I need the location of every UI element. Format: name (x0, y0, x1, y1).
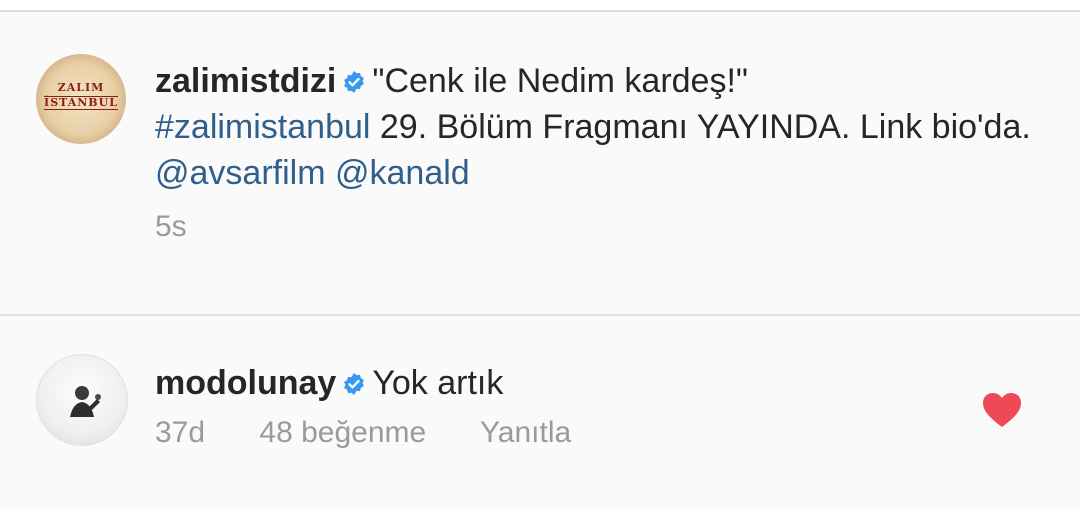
avatar-logo: ZALIM İSTANBUL (44, 82, 118, 110)
reply-text: modolunay Yok artık (155, 360, 1040, 406)
reply-meta: 37d 48 beğenme Yanıtla (155, 416, 1040, 450)
caption-quote: "Cenk ile Nedim kardeş!" (372, 62, 748, 100)
divider (0, 314, 1080, 316)
caption-text: zalimistdizi "Cenk ile Nedim kardeş!" #z… (155, 58, 1040, 196)
mention-link-kanald[interactable]: @kanald (335, 154, 470, 192)
caption-body: zalimistdizi "Cenk ile Nedim kardeş!" #z… (155, 58, 1040, 244)
avatar[interactable] (36, 354, 128, 446)
timestamp: 5s (155, 210, 187, 243)
heart-icon[interactable] (982, 392, 1022, 428)
mention-link-avsarfilm[interactable]: @avsarfilm (155, 154, 326, 192)
verified-badge-icon (344, 71, 365, 93)
avatar[interactable]: ZALIM İSTANBUL (36, 54, 126, 144)
reply-body: modolunay Yok artık 37d 48 beğenme Yanıt… (155, 360, 1040, 450)
reply-button[interactable]: Yanıtla (480, 416, 571, 449)
reply-message: Yok artık (372, 364, 504, 402)
avatar-logo-line1: ZALIM (57, 81, 105, 94)
avatar-logo-line2: İSTANBUL (44, 96, 118, 110)
top-border (0, 0, 1080, 12)
hashtag-link[interactable]: #zalimistanbul (155, 108, 370, 146)
verified-badge-icon (344, 373, 365, 395)
username[interactable]: modolunay (155, 364, 336, 402)
likes-count[interactable]: 48 beğenme (259, 416, 426, 449)
timestamp: 37d (155, 416, 206, 449)
caption-body-text: 29. Bölüm Fragmanı YAYINDA. Link bio'da. (370, 108, 1031, 146)
caption-meta: 5s (155, 210, 1040, 244)
username[interactable]: zalimistdizi (155, 62, 336, 100)
person-avatar-icon (70, 386, 101, 417)
